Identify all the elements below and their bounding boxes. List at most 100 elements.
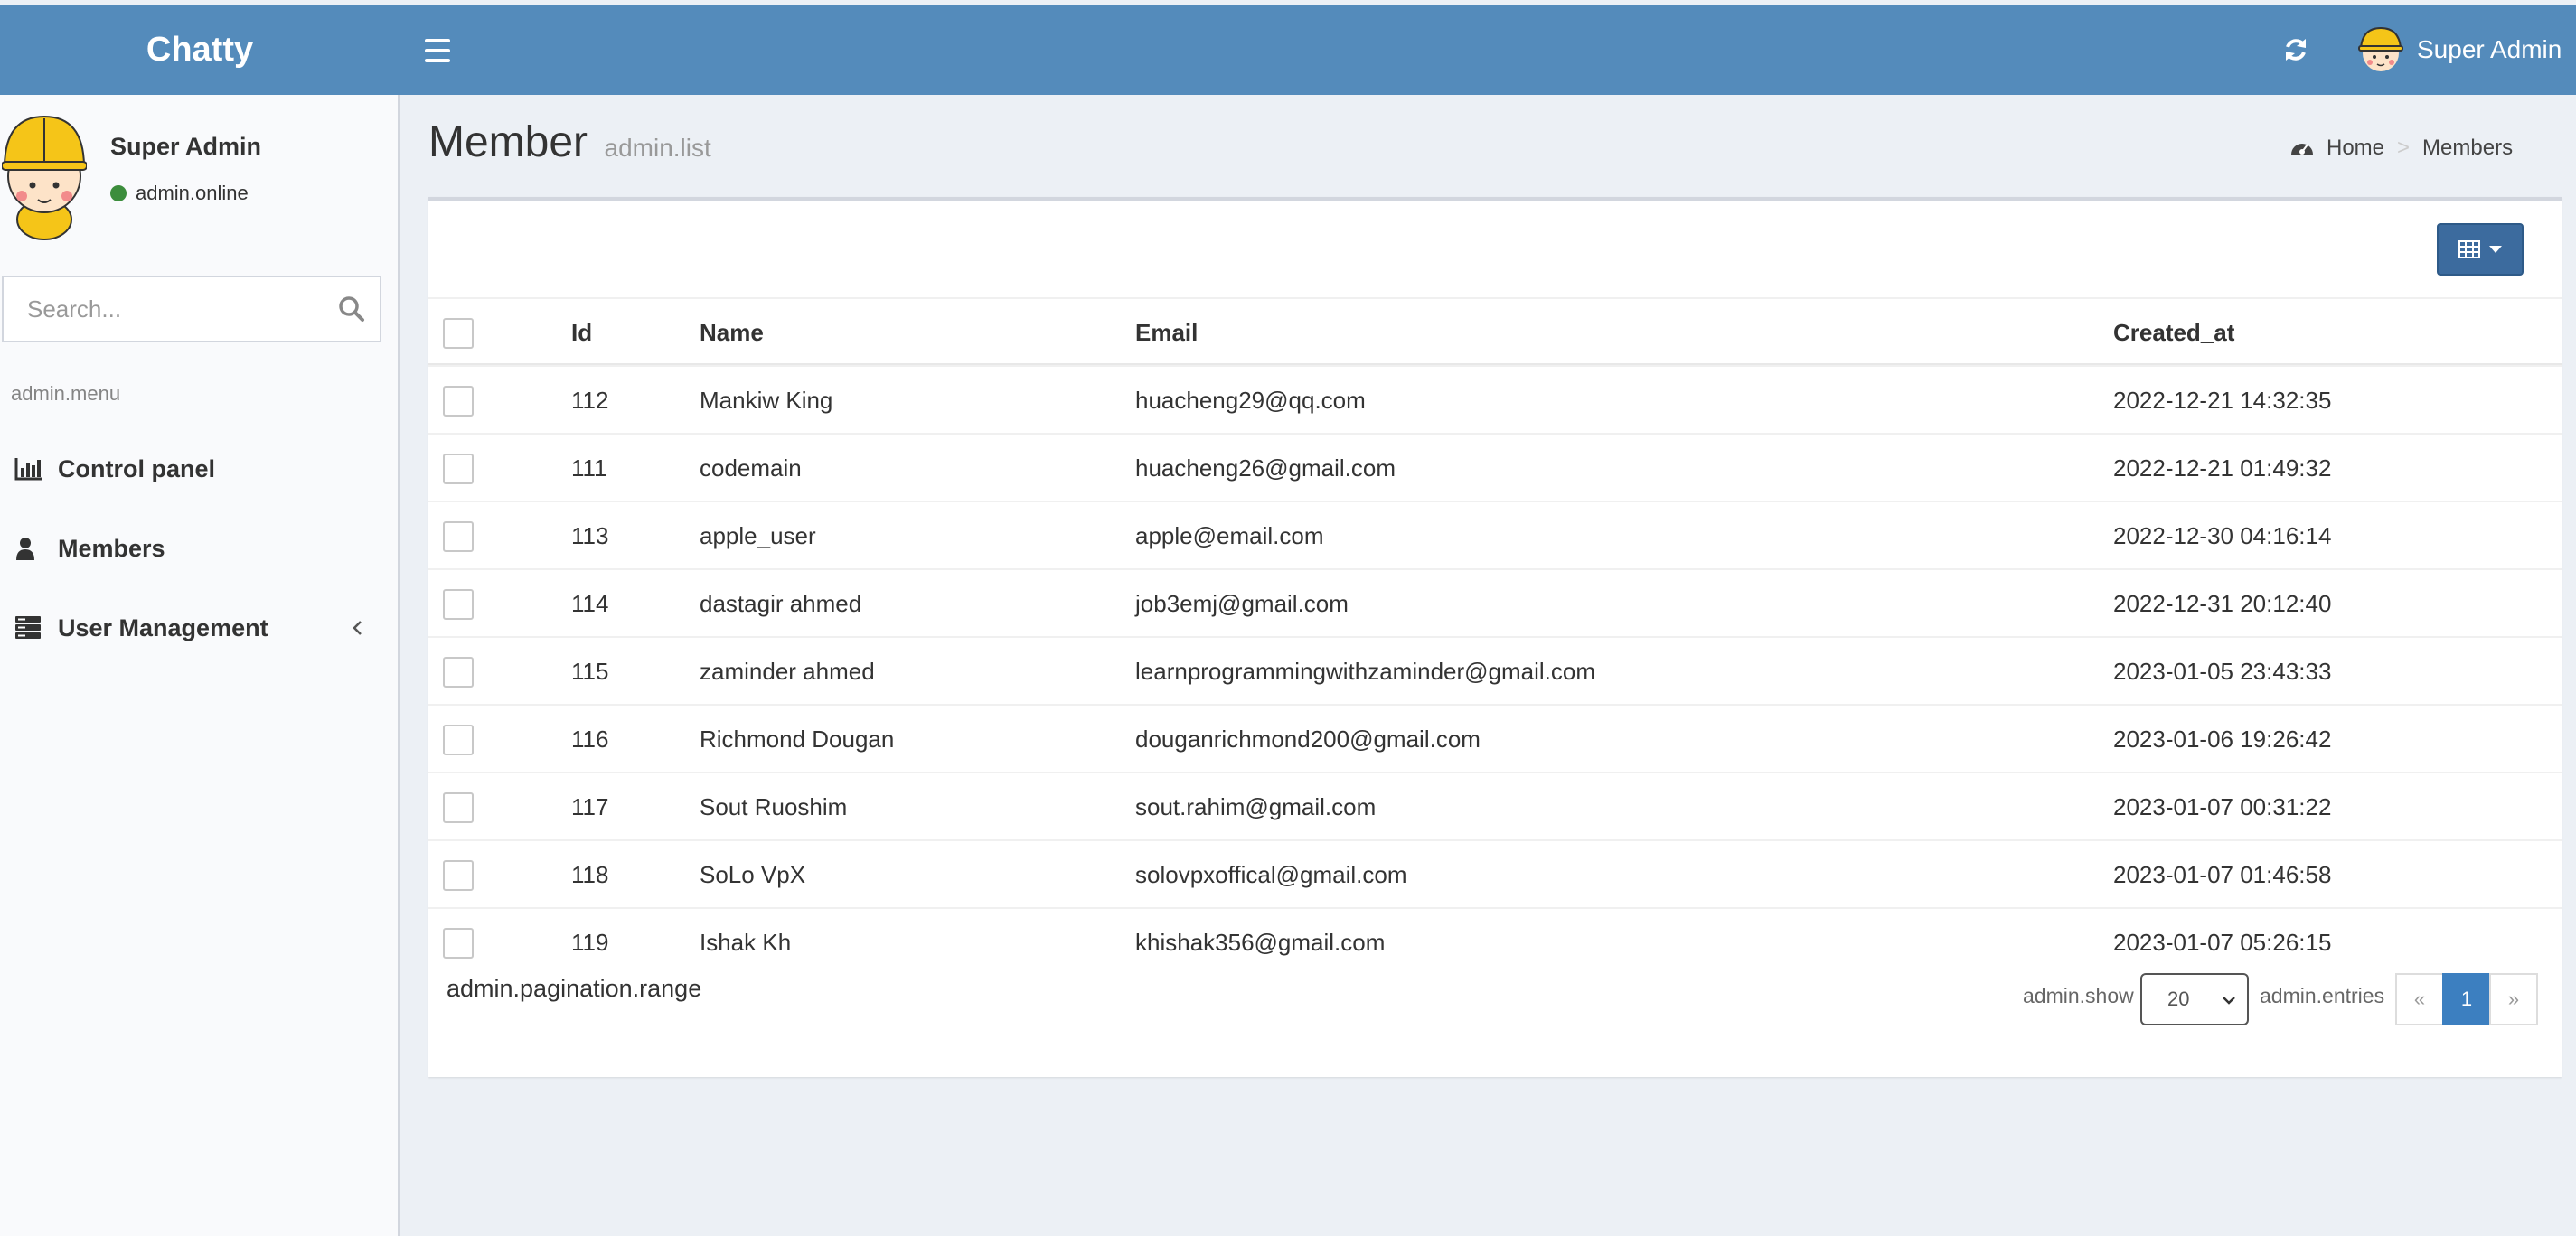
user-status: admin.online bbox=[110, 182, 249, 205]
header-user-name: Super Admin bbox=[2417, 35, 2562, 63]
column-header-created-at[interactable]: Created_at bbox=[2113, 299, 2234, 367]
pagination-range: admin.pagination.range bbox=[447, 975, 702, 1002]
cell-created-at: 2023-01-05 23:43:33 bbox=[2113, 658, 2332, 685]
table-row[interactable]: 113 apple_user apple@email.com 2022-12-30 0… bbox=[428, 501, 2562, 568]
pagination: « 1 » bbox=[2395, 973, 2538, 1025]
table-row[interactable]: 116 Richmond Dougan douganrichmond200@gmai… bbox=[428, 704, 2562, 772]
entries-label: admin.entries bbox=[2260, 984, 2385, 1007]
cell-email: apple@email.com bbox=[1135, 522, 1324, 549]
page-1-button[interactable]: 1 bbox=[2442, 973, 2491, 1025]
user-icon bbox=[16, 538, 34, 560]
sidebar-toggle-icon[interactable] bbox=[425, 39, 450, 62]
avatar bbox=[1, 115, 88, 240]
select-all-checkbox[interactable] bbox=[443, 317, 474, 349]
table-row[interactable]: 119 Ishak Kh khishak356@gmail.com 2023-01-0… bbox=[428, 907, 2562, 975]
cell-name: Sout Ruoshim bbox=[700, 793, 848, 820]
table-row[interactable]: 112 Mankiw King huacheng29@qq.com 2022-12-2… bbox=[428, 365, 2562, 433]
row-checkbox[interactable] bbox=[443, 588, 474, 620]
cell-email: learnprogrammingwithzaminder@gmail.com bbox=[1135, 658, 1596, 685]
per-page-select[interactable]: 20 bbox=[2140, 973, 2249, 1025]
user-status-text: admin.online bbox=[136, 182, 249, 204]
column-header-name[interactable]: Name bbox=[700, 299, 764, 367]
server-icon bbox=[15, 616, 41, 639]
cell-email: solovpxoffical@gmail.com bbox=[1135, 861, 1407, 888]
bar-chart-icon bbox=[14, 458, 42, 481]
content-header: Member admin.list bbox=[428, 117, 711, 167]
cell-email: sout.rahim@gmail.com bbox=[1135, 793, 1377, 820]
row-checkbox[interactable] bbox=[443, 656, 474, 688]
cell-id: 119 bbox=[571, 929, 609, 956]
cell-name: apple_user bbox=[700, 522, 816, 549]
top-navbar: Chatty Super Admin bbox=[0, 5, 2576, 95]
table-icon bbox=[2458, 240, 2480, 258]
dashboard-icon bbox=[2291, 144, 2313, 154]
sidebar-item-label: Control panel bbox=[58, 454, 215, 482]
header-user-menu[interactable]: Super Admin bbox=[2357, 24, 2562, 75]
breadcrumb-separator: > bbox=[2397, 136, 2411, 160]
breadcrumb-home-label: Home bbox=[2327, 136, 2385, 160]
table-row[interactable]: 115 zaminder ahmed learnprogrammingwithzam… bbox=[428, 636, 2562, 704]
sidebar-item-label: Members bbox=[58, 534, 165, 562]
prev-page-button[interactable]: « bbox=[2395, 973, 2444, 1025]
cell-name: Mankiw King bbox=[700, 387, 833, 414]
menu-header: admin.menu bbox=[11, 382, 121, 405]
row-checkbox[interactable] bbox=[443, 927, 474, 959]
cell-id: 115 bbox=[571, 658, 609, 685]
row-checkbox[interactable] bbox=[443, 791, 474, 823]
row-checkbox[interactable] bbox=[443, 520, 474, 552]
cell-id: 114 bbox=[571, 590, 609, 617]
row-checkbox[interactable] bbox=[443, 385, 474, 417]
caret-down-icon bbox=[2489, 246, 2502, 253]
sidebar-item-label: User Management bbox=[58, 613, 268, 641]
sidebar-item-members[interactable]: Members bbox=[0, 512, 398, 585]
cell-email: douganrichmond200@gmail.com bbox=[1135, 726, 1481, 753]
row-checkbox[interactable] bbox=[443, 859, 474, 891]
breadcrumb-current: Members bbox=[2422, 136, 2514, 160]
refresh-icon[interactable] bbox=[2281, 35, 2310, 64]
row-checkbox[interactable] bbox=[443, 453, 474, 484]
cell-id: 117 bbox=[571, 793, 609, 820]
table-row[interactable]: 114 dastagir ahmed job3emj@gmail.com 2022-1… bbox=[428, 568, 2562, 636]
cell-name: SoLo VpX bbox=[700, 861, 806, 888]
sidebar-item-user-management[interactable]: User Management bbox=[0, 592, 398, 664]
members-table: Id Name Email Created_at 112 Mankiw King h… bbox=[428, 297, 2562, 975]
sidebar-item-control-panel[interactable]: Control panel bbox=[0, 433, 398, 505]
cell-email: huacheng26@gmail.com bbox=[1135, 454, 1396, 482]
show-label: admin.show bbox=[2023, 984, 2134, 1007]
cell-created-at: 2023-01-06 19:26:42 bbox=[2113, 726, 2332, 753]
cell-created-at: 2023-01-07 01:46:58 bbox=[2113, 861, 2332, 888]
column-header-id[interactable]: Id bbox=[571, 299, 592, 367]
breadcrumb-home[interactable]: Home bbox=[2290, 136, 2384, 161]
next-page-button[interactable]: » bbox=[2489, 973, 2538, 1025]
cell-name: Richmond Dougan bbox=[700, 726, 895, 753]
table-row[interactable]: 117 Sout Ruoshim sout.rahim@gmail.com 2023-… bbox=[428, 772, 2562, 839]
breadcrumb: Home > Members bbox=[2290, 136, 2513, 161]
sidebar-search bbox=[2, 276, 381, 342]
cell-created-at: 2022-12-21 14:32:35 bbox=[2113, 387, 2332, 414]
cell-id: 116 bbox=[571, 726, 609, 753]
table-row[interactable]: 118 SoLo VpX solovpxoffical@gmail.com 2023-… bbox=[428, 839, 2562, 907]
row-checkbox[interactable] bbox=[443, 724, 474, 755]
cell-name: codemain bbox=[700, 454, 802, 482]
cell-email: huacheng29@qq.com bbox=[1135, 387, 1366, 414]
cell-created-at: 2023-01-07 00:31:22 bbox=[2113, 793, 2332, 820]
columns-toggle-button[interactable] bbox=[2437, 223, 2524, 276]
search-icon[interactable] bbox=[336, 294, 367, 324]
per-page-value: 20 bbox=[2167, 988, 2190, 1010]
sidebar: Super Admin admin.online admin.menu Cont… bbox=[0, 95, 400, 1236]
cell-email: job3emj@gmail.com bbox=[1135, 590, 1349, 617]
cell-created-at: 2023-01-07 05:26:15 bbox=[2113, 929, 2332, 956]
column-header-email[interactable]: Email bbox=[1135, 299, 1198, 367]
search-input[interactable] bbox=[4, 277, 311, 341]
cell-id: 113 bbox=[571, 522, 609, 549]
user-panel: Super Admin admin.online bbox=[0, 113, 398, 248]
header-avatar bbox=[2358, 26, 2403, 71]
cell-name: zaminder ahmed bbox=[700, 658, 875, 685]
app-logo[interactable]: Chatty bbox=[0, 5, 400, 95]
cell-name: Ishak Kh bbox=[700, 929, 792, 956]
table-row[interactable]: 111 codemain huacheng26@gmail.com 2022-12-2… bbox=[428, 433, 2562, 501]
chevron-down-icon bbox=[2223, 997, 2235, 1005]
cell-id: 111 bbox=[571, 454, 607, 482]
chevron-left-icon bbox=[353, 621, 362, 635]
members-table-box: Id Name Email Created_at 112 Mankiw King h… bbox=[428, 197, 2562, 1077]
